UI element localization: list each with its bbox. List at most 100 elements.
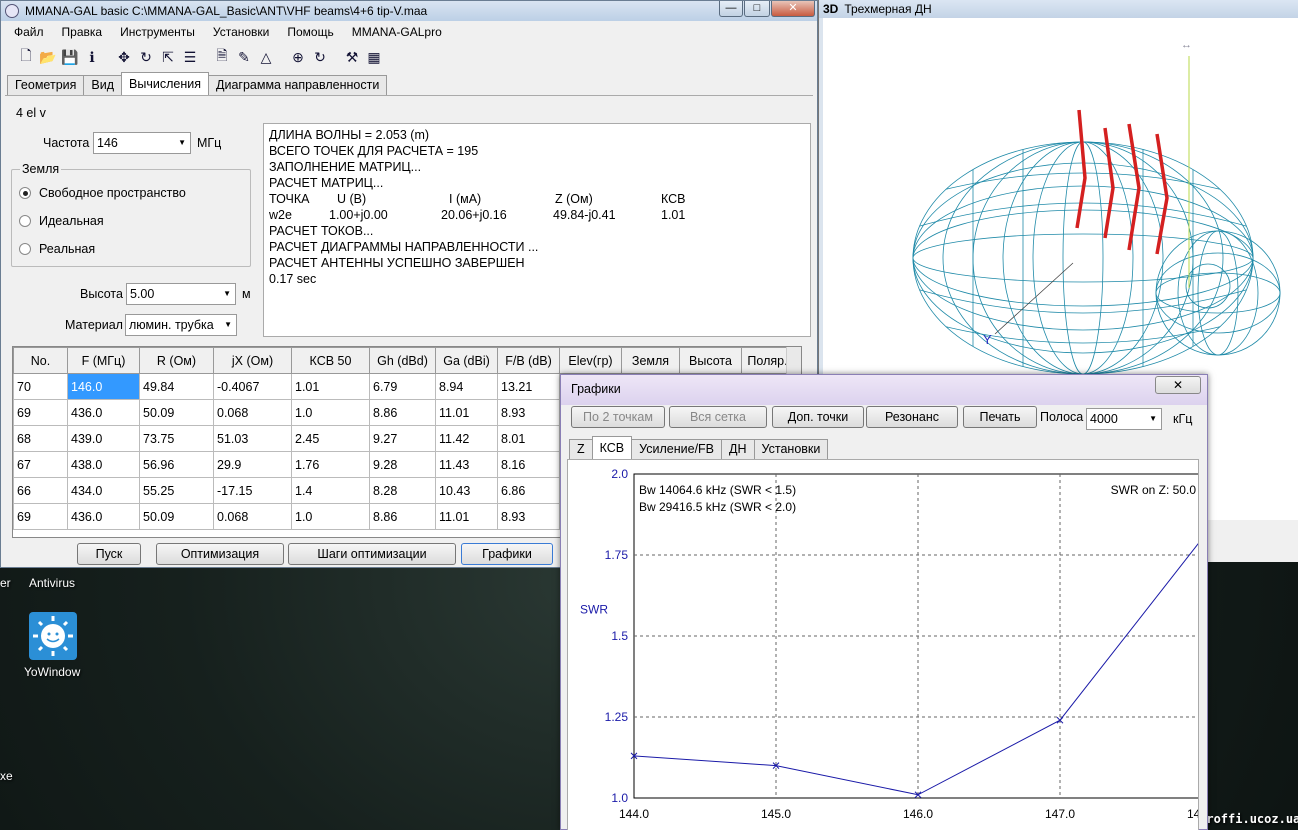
table-cell[interactable]: 1.01	[291, 373, 370, 400]
table-cell[interactable]: 11.01	[435, 503, 498, 530]
move-icon[interactable]: ✥	[113, 49, 135, 66]
table-cell[interactable]: 6.79	[369, 373, 436, 400]
table-cell[interactable]: 8.93	[497, 399, 560, 426]
tab-calculation[interactable]: Вычисления	[121, 72, 209, 95]
table-cell[interactable]: 8.86	[369, 399, 436, 426]
elements-icon[interactable]: ☰	[179, 49, 201, 66]
menu-pro[interactable]: MMANA-GALpro	[343, 23, 451, 41]
radio-free-space[interactable]: Свободное пространство	[19, 186, 186, 200]
3d-window-titlebar[interactable]: 3D Трехмерная ДН	[819, 0, 1298, 18]
table-cell[interactable]: 55.25	[139, 477, 214, 504]
menu-help[interactable]: Помощь	[278, 23, 342, 41]
close-button[interactable]: ✕	[771, 1, 815, 17]
table-cell[interactable]: -0.4067	[213, 373, 292, 400]
height-combo[interactable]: 5.00 ▼	[126, 283, 236, 305]
print-button[interactable]: Печать	[963, 406, 1037, 428]
optimize-button[interactable]: Оптимизация	[156, 543, 284, 565]
rotate-icon[interactable]: ↻	[135, 49, 157, 66]
graphs-close-button[interactable]: ✕	[1155, 376, 1201, 394]
table-cell[interactable]: 0.068	[213, 503, 292, 530]
document-icon[interactable]: 🗎	[211, 45, 233, 69]
tab-pattern[interactable]: Диаграмма направленности	[208, 75, 388, 95]
graphs-button[interactable]: Графики	[461, 543, 553, 565]
table-cell[interactable]: 56.96	[139, 451, 214, 478]
band-combo[interactable]: 4000 ▼	[1086, 408, 1162, 430]
table-cell[interactable]: 10.43	[435, 477, 498, 504]
table-cell[interactable]: 50.09	[139, 503, 214, 530]
tab-dn[interactable]: ДН	[721, 439, 755, 459]
menu-file[interactable]: Файл	[5, 23, 53, 41]
table-cell[interactable]: 8.86	[369, 503, 436, 530]
table-cell[interactable]: 146.0	[67, 373, 140, 400]
radio-real[interactable]: Реальная	[19, 242, 95, 256]
edit-icon[interactable]: ✎	[233, 49, 255, 66]
yowindow-label[interactable]: YoWindow	[24, 665, 80, 679]
table-cell[interactable]: 69	[13, 503, 68, 530]
menu-edit[interactable]: Правка	[53, 23, 112, 41]
table-cell[interactable]: 8.94	[435, 373, 498, 400]
resonance-button[interactable]: Резонанс	[866, 406, 958, 428]
table-cell[interactable]: 9.28	[369, 451, 436, 478]
new-file-icon[interactable]: 🗋	[15, 45, 37, 69]
table-cell[interactable]: 1.0	[291, 503, 370, 530]
col-header[interactable]: F/B (dB)	[497, 347, 560, 374]
minimize-button[interactable]: —	[719, 1, 743, 17]
maximize-button[interactable]: □	[744, 1, 770, 17]
table-cell[interactable]: 1.4	[291, 477, 370, 504]
table-cell[interactable]: 70	[13, 373, 68, 400]
material-combo[interactable]: люмин. трубка ▼	[125, 314, 237, 336]
scale-icon[interactable]: ⇱	[157, 49, 179, 66]
tab-gain-fb[interactable]: Усиление/FB	[631, 439, 723, 459]
extra-points-button[interactable]: Доп. точки	[772, 406, 864, 428]
col-header[interactable]: Земля	[621, 347, 680, 374]
tab-geometry[interactable]: Геометрия	[7, 75, 85, 95]
optimize-steps-button[interactable]: Шаги оптимизации	[288, 543, 456, 565]
col-header[interactable]: Elev(гр)	[559, 347, 622, 374]
table-cell[interactable]: 11.43	[435, 451, 498, 478]
table-cell[interactable]: 8.01	[497, 425, 560, 452]
table-cell[interactable]: 1.0	[291, 399, 370, 426]
desktop-label-antivirus[interactable]: Antivirus	[29, 576, 75, 590]
table-cell[interactable]: 8.16	[497, 451, 560, 478]
table-cell[interactable]: 68	[13, 425, 68, 452]
col-header[interactable]: No.	[13, 347, 68, 374]
full-grid-button[interactable]: Вся сетка	[669, 406, 767, 428]
col-header[interactable]: F (МГц)	[67, 347, 140, 374]
table-cell[interactable]: 436.0	[67, 399, 140, 426]
col-header[interactable]: R (Ом)	[139, 347, 214, 374]
yowindow-icon[interactable]	[29, 612, 77, 660]
table-cell[interactable]: 11.42	[435, 425, 498, 452]
menu-settings[interactable]: Установки	[204, 23, 278, 41]
table-cell[interactable]: 1.76	[291, 451, 370, 478]
menu-tools[interactable]: Инструменты	[111, 23, 204, 41]
table-cell[interactable]: 66	[13, 477, 68, 504]
table-cell[interactable]: 439.0	[67, 425, 140, 452]
table-cell[interactable]: 438.0	[67, 451, 140, 478]
tab-z[interactable]: Z	[569, 439, 593, 459]
table-cell[interactable]: 49.84	[139, 373, 214, 400]
table-cell[interactable]: 69	[13, 399, 68, 426]
triangle-icon[interactable]: △	[255, 49, 277, 66]
col-header[interactable]: Gh (dBd)	[369, 347, 436, 374]
target-icon[interactable]: ⊕	[287, 49, 309, 66]
tab-view[interactable]: Вид	[83, 75, 123, 95]
table-cell[interactable]: 67	[13, 451, 68, 478]
info-icon[interactable]: ℹ	[81, 49, 103, 66]
open-folder-icon[interactable]: 📂	[37, 49, 59, 66]
radio-ideal[interactable]: Идеальная	[19, 214, 104, 228]
calculator-icon[interactable]: ▦	[363, 49, 385, 66]
col-header[interactable]: jX (Ом)	[213, 347, 292, 374]
col-header[interactable]: Высота	[679, 347, 742, 374]
table-cell[interactable]: 2.45	[291, 425, 370, 452]
graphs-titlebar[interactable]: Графики	[561, 375, 1207, 405]
refresh-icon[interactable]: ↻	[309, 49, 331, 66]
table-cell[interactable]: 8.93	[497, 503, 560, 530]
table-cell[interactable]: 51.03	[213, 425, 292, 452]
table-cell[interactable]: 50.09	[139, 399, 214, 426]
tools-icon[interactable]: ⚒	[341, 49, 363, 66]
table-cell[interactable]: 434.0	[67, 477, 140, 504]
table-cell[interactable]: 73.75	[139, 425, 214, 452]
main-titlebar[interactable]: MMANA-GAL basic C:\MMANA-GAL_Basic\ANT\V…	[1, 1, 817, 21]
table-cell[interactable]: 13.21	[497, 373, 560, 400]
table-cell[interactable]: 6.86	[497, 477, 560, 504]
